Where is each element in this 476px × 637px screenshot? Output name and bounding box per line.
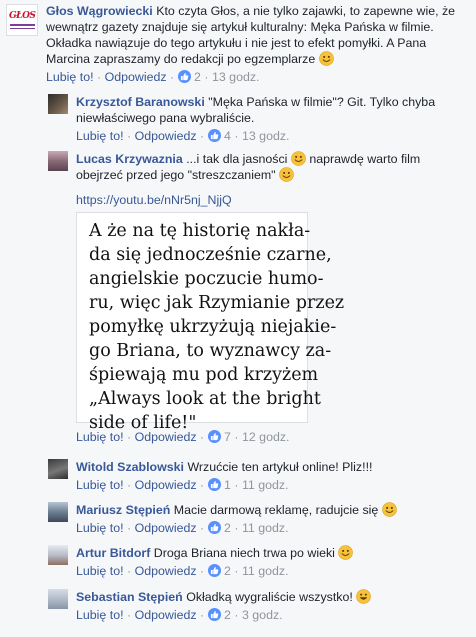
author-name[interactable]: Krzysztof Baranowski — [76, 95, 205, 109]
avatar[interactable] — [48, 151, 68, 171]
comment-actions: Lubię to! · Odpowiedz · 2 · 3 godz. — [76, 608, 283, 622]
reply-link[interactable]: Odpowiedz — [135, 564, 197, 578]
comment-text: Okładką wygraliście wszystko! — [186, 590, 353, 604]
logo-stripe — [10, 28, 35, 29]
comment-thread: GŁOS Głos Wągrowiecki Kto czyta Głos, a … — [0, 0, 476, 637]
smile-emoji-icon — [319, 51, 334, 66]
like-reaction-icon[interactable] — [207, 430, 221, 443]
comment-text: Droga Briana niech trwa po wieki — [153, 546, 335, 560]
like-link[interactable]: Lubię to! — [76, 608, 124, 622]
comment-text: ...i tak dla jasności — [186, 152, 288, 166]
author-name[interactable]: Głos Wągrowiecki — [46, 4, 153, 18]
like-link[interactable]: Lubię to! — [76, 564, 124, 578]
timestamp[interactable]: 11 godz. — [242, 521, 289, 535]
timestamp[interactable]: 12 godz. — [242, 430, 290, 444]
like-link[interactable]: Lubię to! — [76, 430, 124, 444]
smile-emoji-icon — [338, 545, 353, 560]
reaction-count[interactable]: 2 — [224, 564, 231, 578]
timestamp[interactable]: 3 godz. — [242, 608, 283, 622]
author-name[interactable]: Sebastian Stępień — [76, 590, 183, 604]
author-name[interactable]: Witold Szablowski — [76, 460, 184, 474]
avatar[interactable] — [48, 459, 68, 479]
avatar[interactable] — [48, 545, 68, 565]
glos-logo: GŁOS — [9, 11, 36, 21]
comment-actions: Lubię to! · Odpowiedz · 1 · 11 godz. — [76, 478, 289, 492]
comment-body: Głos Wągrowiecki Kto czyta Głos, a nie t… — [46, 3, 466, 85]
avatar[interactable] — [48, 94, 68, 114]
comment-glos: GŁOS Głos Wągrowiecki Kto czyta Głos, a … — [6, 3, 472, 85]
like-reaction-icon[interactable] — [207, 129, 221, 142]
avatar[interactable] — [48, 502, 68, 522]
book-line: ru, więc jak Rzymianie przez — [89, 293, 345, 313]
comment-actions: Lubię to! · Odpowiedz · 2 · 11 godz. — [76, 521, 289, 535]
comment-actions: Lubię to! · Odpowiedz · 7 · 12 godz. — [76, 430, 290, 444]
timestamp[interactable]: 11 godz. — [242, 478, 289, 492]
reaction-count[interactable]: 2 — [224, 608, 231, 622]
timestamp[interactable]: 13 godz. — [242, 129, 290, 143]
comment-body: Krzysztof Baranowski "Męka Pańska w film… — [76, 94, 456, 144]
author-name[interactable]: Mariusz Stępień — [76, 503, 170, 517]
reply-baranowski: Krzysztof Baranowski "Męka Pańska w film… — [48, 94, 468, 144]
like-reaction-icon[interactable] — [207, 564, 221, 577]
reply-szablowski: Witold Szablowski Wrzućcie ten artykuł o… — [48, 459, 468, 493]
youtube-link[interactable]: https://youtu.be/nNr5nj_NjjQ — [76, 192, 456, 208]
like-reaction-icon[interactable] — [207, 608, 221, 621]
timestamp[interactable]: 13 godz. — [212, 70, 260, 84]
reaction-count[interactable]: 2 — [224, 521, 231, 535]
book-line: śpiewają mu pod krzyżem — [89, 365, 319, 385]
avatar[interactable]: GŁOS — [6, 4, 38, 36]
comment-body: Mariusz Stępień Macie darmową reklamę, r… — [76, 502, 456, 536]
like-reaction-icon[interactable] — [207, 478, 221, 491]
author-name[interactable]: Artur Bitdorf — [76, 546, 150, 560]
reply-link[interactable]: Odpowiedz — [135, 478, 197, 492]
attached-book-image[interactable]: A że na tę historię nakła- da się jednoc… — [76, 212, 345, 433]
reply-link[interactable]: Odpowiedz — [105, 70, 167, 84]
reaction-count[interactable]: 1 — [224, 478, 231, 492]
like-link[interactable]: Lubię to! — [76, 129, 124, 143]
reply-bitdorf: Artur Bitdorf Droga Briana niech trwa po… — [48, 545, 468, 579]
grin-emoji-icon — [356, 589, 371, 604]
reaction-count[interactable]: 4 — [224, 129, 231, 143]
timestamp[interactable]: 11 godz. — [242, 564, 289, 578]
comment-body: Artur Bitdorf Droga Briana niech trwa po… — [76, 545, 456, 579]
book-line: go Briana, to wyznawcy za- — [89, 341, 332, 361]
comment-actions: Lubię to! · Odpowiedz · 2 · 11 godz. — [76, 564, 289, 578]
comment-text: Macie darmową reklamę, radujcie się — [173, 503, 379, 517]
reply-link[interactable]: Odpowiedz — [135, 521, 197, 535]
comment-actions: Lubię to! · Odpowiedz · 4 · 13 godz. — [76, 129, 290, 143]
smile-emoji-icon — [382, 502, 397, 517]
reply-link[interactable]: Odpowiedz — [135, 608, 197, 622]
book-line: da się jednocześnie czarne, — [89, 245, 332, 265]
like-link[interactable]: Lubię to! — [46, 70, 94, 84]
book-line: „Always look at the bright — [89, 389, 321, 409]
avatar[interactable] — [48, 589, 68, 609]
reply-mariusz: Mariusz Stępień Macie darmową reklamę, r… — [48, 502, 468, 536]
like-reaction-icon[interactable] — [177, 70, 191, 83]
author-name[interactable]: Lucas Krzywaznia — [76, 152, 183, 166]
book-line: pomyłkę ukrzyżują niejakie- — [89, 317, 337, 337]
reply-link[interactable]: Odpowiedz — [135, 129, 197, 143]
like-link[interactable]: Lubię to! — [76, 478, 124, 492]
reply-krzywaznia: Lucas Krzywaznia ...i tak dla jasności n… — [48, 151, 468, 445]
reply-sebastian: Sebastian Stępień Okładką wygraliście ws… — [48, 589, 468, 623]
comment-body: Sebastian Stępień Okładką wygraliście ws… — [76, 589, 456, 623]
like-reaction-icon[interactable] — [207, 521, 221, 534]
book-line: angielskie poczucie humo- — [89, 269, 324, 289]
smile-emoji-icon — [279, 167, 294, 182]
reaction-count[interactable]: 2 — [194, 70, 201, 84]
book-line: A że na tę historię nakła- — [89, 221, 311, 241]
smile-emoji-icon — [291, 151, 306, 166]
reaction-count[interactable]: 7 — [224, 430, 231, 444]
comment-body: Witold Szablowski Wrzućcie ten artykuł o… — [76, 459, 456, 493]
comment-text: Wrzućcie ten artykuł online! Pliz!!! — [187, 460, 373, 474]
reply-link[interactable]: Odpowiedz — [135, 430, 197, 444]
logo-stripe — [10, 24, 35, 26]
like-link[interactable]: Lubię to! — [76, 521, 124, 535]
comment-actions: Lubię to! · Odpowiedz · 2 · 13 godz. — [46, 70, 260, 84]
comment-body: Lucas Krzywaznia ...i tak dla jasności n… — [76, 151, 456, 445]
